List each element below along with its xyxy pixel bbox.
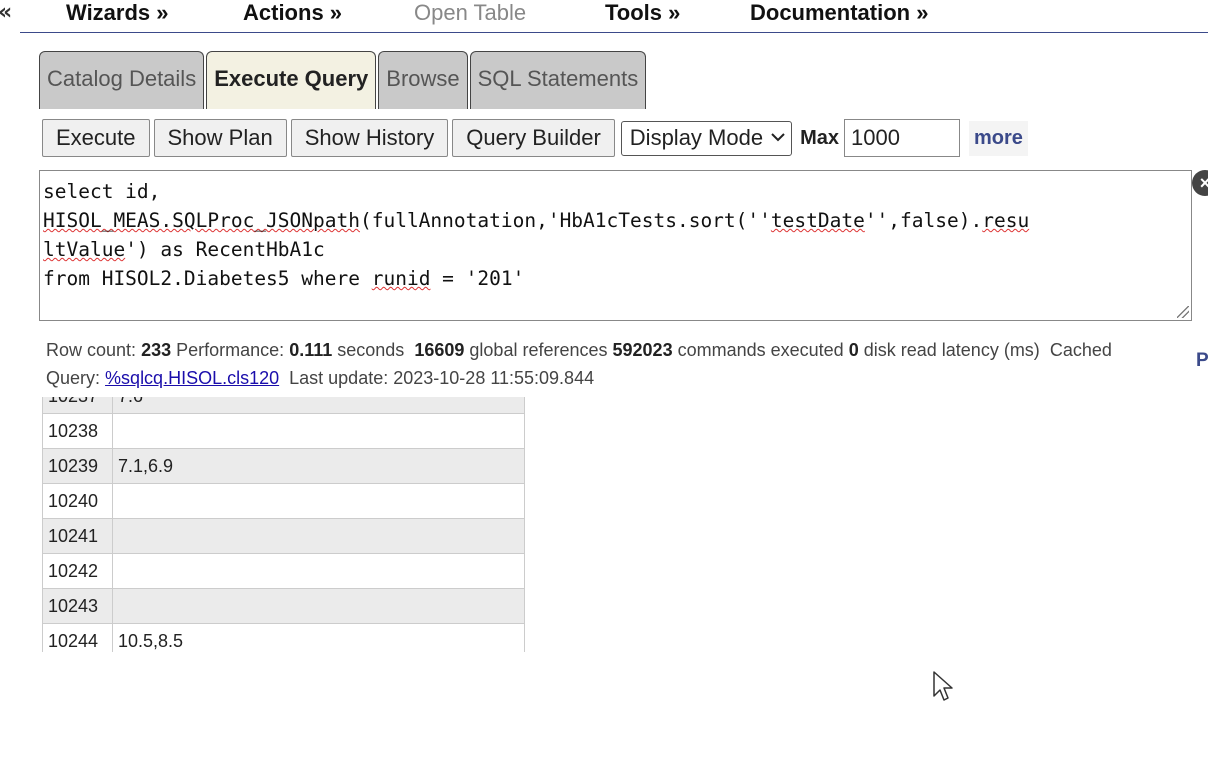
performance-label: Performance: — [176, 340, 285, 360]
tab-sql-statements[interactable]: SQL Statements — [469, 51, 647, 109]
chevron-down-icon — [771, 129, 785, 147]
double-chevron-left-icon[interactable]: « — [0, 0, 12, 25]
last-update: 2023-10-28 11:55:09.844 — [393, 368, 595, 388]
display-mode-select[interactable]: Display Mode — [620, 120, 793, 156]
tab-execute-query[interactable]: Execute Query — [206, 51, 377, 109]
table-row: 10240 — [42, 483, 525, 519]
execute-button[interactable]: Execute — [42, 119, 150, 157]
menu-actions[interactable]: Actions » — [243, 0, 342, 26]
misspelled-word: testDate — [770, 209, 865, 232]
query-editor[interactable]: select id, HISOL_MEAS.SQLProc_JSONpath(f… — [39, 170, 1192, 321]
query-text[interactable]: select id, HISOL_MEAS.SQLProc_JSONpath(f… — [40, 171, 1191, 293]
menu-wizards[interactable]: Wizards » — [66, 0, 169, 26]
cached-query-link[interactable]: %sqlcq.HISOL.cls120 — [105, 368, 279, 388]
cell-recent-hba1c: 7.6 — [112, 397, 525, 414]
cell-id: 10243 — [42, 588, 113, 624]
table-row: 102377.6 — [42, 397, 525, 414]
cell-id: 10241 — [42, 518, 113, 554]
table-row: 10241 — [42, 518, 525, 554]
cell-id: 10238 — [42, 413, 113, 449]
resize-grip-icon[interactable] — [1177, 306, 1189, 318]
table-row: 10239 7.1,6.9 — [42, 448, 525, 484]
cell-id: 10237 — [42, 397, 113, 414]
more-link[interactable]: more — [968, 120, 1028, 156]
row-count-label: Row count: — [46, 340, 137, 360]
show-plan-button[interactable]: Show Plan — [153, 119, 287, 157]
show-history-button[interactable]: Show History — [290, 119, 449, 157]
cell-id: 10239 — [42, 448, 113, 484]
disk-latency-label: disk read latency (ms) — [863, 340, 1040, 360]
cell-recent-hba1c — [112, 553, 525, 589]
tab-browse[interactable]: Browse — [378, 51, 468, 109]
cell-recent-hba1c — [112, 413, 525, 449]
cell-recent-hba1c — [112, 483, 525, 519]
close-circle-icon[interactable]: × — [1192, 170, 1208, 196]
query-builder-button[interactable]: Query Builder — [452, 119, 615, 157]
disk-latency: 0 — [848, 340, 859, 360]
cell-recent-hba1c: 7.1,6.9 — [112, 448, 525, 484]
table-row: 10242 — [42, 553, 525, 589]
table-row: 10243 — [42, 588, 525, 624]
misspelled-word: runid — [371, 267, 431, 290]
menu-documentation[interactable]: Documentation » — [750, 0, 928, 26]
misspelled-word: HISOL_MEAS.SQLProc_JSONpath — [43, 209, 360, 232]
global-references: 16609 — [414, 340, 465, 360]
cell-recent-hba1c: 10.5,8.5 — [112, 623, 525, 652]
cell-id: 10240 — [42, 483, 113, 519]
mouse-pointer-icon — [933, 671, 953, 701]
table-row: 10238 — [42, 413, 525, 449]
edge-link[interactable]: P — [1196, 350, 1208, 372]
menu-open-table: Open Table — [414, 0, 527, 25]
query-status: Row count: 233 Performance: 0.111 second… — [46, 336, 1126, 392]
menu-tools[interactable]: Tools » — [605, 0, 680, 26]
misspelled-word: ltValue — [43, 238, 126, 261]
top-menu-bar: « Wizards » Actions » Open Table Tools »… — [0, 0, 1208, 33]
performance-seconds: 0.111 — [289, 340, 333, 360]
cell-id: 10242 — [42, 553, 113, 589]
commands-executed: 592023 — [612, 340, 673, 360]
max-rows-input[interactable]: 1000 — [843, 119, 960, 157]
commands-label: commands executed — [677, 340, 844, 360]
cell-recent-hba1c — [112, 588, 525, 624]
tab-bar: Catalog Details Execute Query Browse SQL… — [39, 51, 648, 109]
row-count: 233 — [141, 340, 172, 360]
display-mode-value: Display Mode — [629, 125, 764, 150]
tab-catalog-details[interactable]: Catalog Details — [39, 51, 205, 109]
results-table: 102377.610238102397.1,6.9102401024110242… — [42, 397, 525, 652]
global-references-label: global references — [469, 340, 608, 360]
last-update-label: Last update: — [289, 368, 389, 388]
table-row: 10244 10.5,8.5 — [42, 623, 525, 652]
query-toolbar: Execute Show Plan Show History Query Bui… — [42, 119, 1028, 157]
cell-recent-hba1c — [112, 518, 525, 554]
cell-id: 10244 — [42, 623, 113, 652]
misspelled-word: resu — [982, 209, 1030, 232]
max-label: Max — [800, 126, 839, 149]
seconds-label: seconds — [337, 340, 405, 360]
menu-divider — [20, 32, 1208, 33]
